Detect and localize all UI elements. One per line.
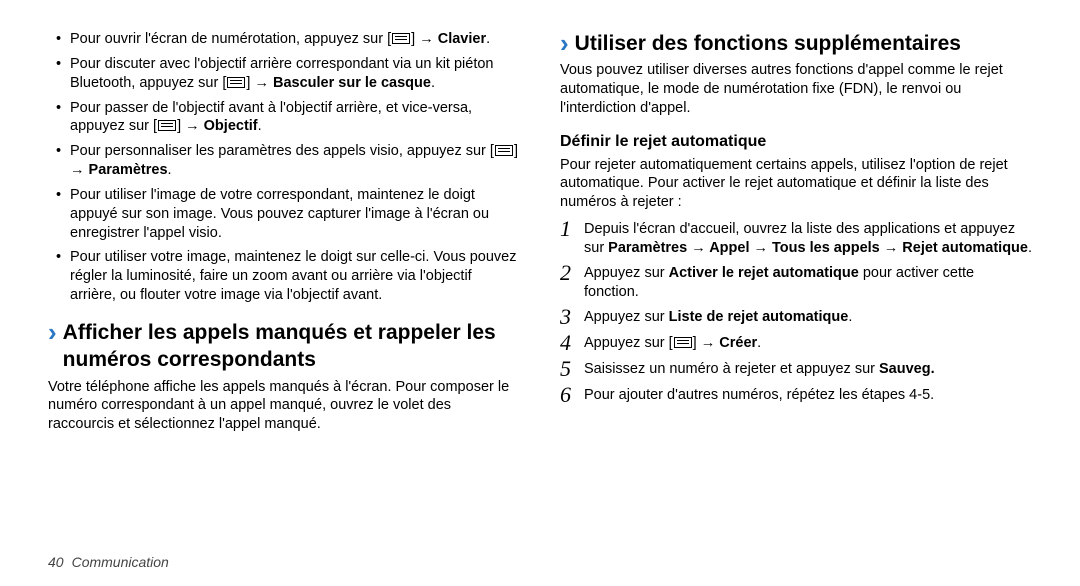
list-item: Pour ouvrir l'écran de numérotation, app… — [56, 30, 520, 49]
bullet-text: . — [258, 118, 262, 134]
heading-text: Utiliser des fonctions supplémentaires — [575, 30, 961, 57]
bullet-bold: Clavier — [438, 31, 486, 47]
step-text: Appuyez sur Activer le rejet automatique… — [584, 262, 1032, 302]
step-text: Appuyez sur Liste de rejet automatique. — [584, 306, 1032, 327]
step-number: 2 — [560, 262, 584, 284]
bullet-text: ] → — [177, 118, 204, 134]
auto-reject-paragraph: Pour rejeter automatiquement certains ap… — [560, 156, 1032, 213]
bullet-text: . — [168, 162, 172, 178]
heading-text: Afficher les appels manqués et rappeler … — [63, 319, 520, 374]
step-item: 3 Appuyez sur Liste de rejet automatique… — [560, 306, 1032, 328]
footer-section: Communication — [72, 554, 169, 570]
step-text: Appuyez sur [] → Créer. — [584, 332, 1032, 353]
bullet-text: ] → — [411, 31, 438, 47]
menu-icon — [227, 77, 245, 88]
page-footer: 40 Communication — [48, 554, 1032, 570]
list-item: Pour utiliser l'image de votre correspon… — [56, 186, 520, 243]
step-number: 1 — [560, 218, 584, 240]
list-item: Pour passer de l'objectif avant à l'obje… — [56, 99, 520, 137]
bullet-text: Pour utiliser votre image, maintenez le … — [70, 249, 517, 303]
step-item: 1 Depuis l'écran d'accueil, ouvrez la li… — [560, 218, 1032, 258]
right-column: › Utiliser des fonctions supplémentaires… — [560, 30, 1032, 544]
step-text: Depuis l'écran d'accueil, ouvrez la list… — [584, 218, 1032, 258]
section-heading-missed-calls: › Afficher les appels manqués et rappele… — [48, 319, 520, 374]
list-item: Pour personnaliser les paramètres des ap… — [56, 142, 520, 180]
left-bullet-list: Pour ouvrir l'écran de numérotation, app… — [56, 30, 520, 305]
page-columns: Pour ouvrir l'écran de numérotation, app… — [48, 30, 1032, 544]
menu-icon — [158, 120, 176, 131]
step-number: 3 — [560, 306, 584, 328]
step-number: 5 — [560, 358, 584, 380]
chevron-right-icon: › — [48, 319, 57, 345]
menu-icon — [674, 337, 692, 348]
missed-calls-paragraph: Votre téléphone affiche les appels manqu… — [48, 378, 520, 435]
step-number: 4 — [560, 332, 584, 354]
menu-icon — [495, 145, 513, 156]
step-text: Pour ajouter d'autres numéros, répétez l… — [584, 384, 1032, 405]
step-text: Saisissez un numéro à rejeter et appuyez… — [584, 358, 1032, 379]
left-column: Pour ouvrir l'écran de numérotation, app… — [48, 30, 520, 544]
bullet-bold: Objectif — [204, 118, 258, 134]
subheading-auto-reject: Définir le rejet automatique — [560, 132, 1032, 153]
numbered-steps: 1 Depuis l'écran d'accueil, ouvrez la li… — [560, 218, 1032, 405]
menu-icon — [392, 33, 410, 44]
list-item: Pour utiliser votre image, maintenez le … — [56, 248, 520, 305]
bullet-text: ] → — [246, 75, 273, 91]
bullet-text: Pour personnaliser les paramètres des ap… — [70, 143, 494, 159]
step-number: 6 — [560, 384, 584, 406]
bullet-text: . — [431, 75, 435, 91]
bullet-text: Pour passer de l'objectif avant à l'obje… — [70, 100, 472, 135]
chevron-right-icon: › — [560, 30, 569, 56]
extra-functions-paragraph: Vous pouvez utiliser diverses autres fon… — [560, 61, 1032, 118]
bullet-text: Pour ouvrir l'écran de numérotation, app… — [70, 31, 391, 47]
step-item: 6 Pour ajouter d'autres numéros, répétez… — [560, 384, 1032, 406]
bullet-text: Pour utiliser l'image de votre correspon… — [70, 187, 489, 241]
step-item: 4 Appuyez sur [] → Créer. — [560, 332, 1032, 354]
step-item: 5 Saisissez un numéro à rejeter et appuy… — [560, 358, 1032, 380]
bullet-bold: Paramètres — [89, 162, 168, 178]
bullet-text: . — [486, 31, 490, 47]
list-item: Pour discuter avec l'objectif arrière co… — [56, 55, 520, 93]
bullet-bold: Basculer sur le casque — [273, 75, 431, 91]
page-number: 40 — [48, 554, 64, 570]
step-item: 2 Appuyez sur Activer le rejet automatiq… — [560, 262, 1032, 302]
section-heading-extra-functions: › Utiliser des fonctions supplémentaires — [560, 30, 1032, 57]
